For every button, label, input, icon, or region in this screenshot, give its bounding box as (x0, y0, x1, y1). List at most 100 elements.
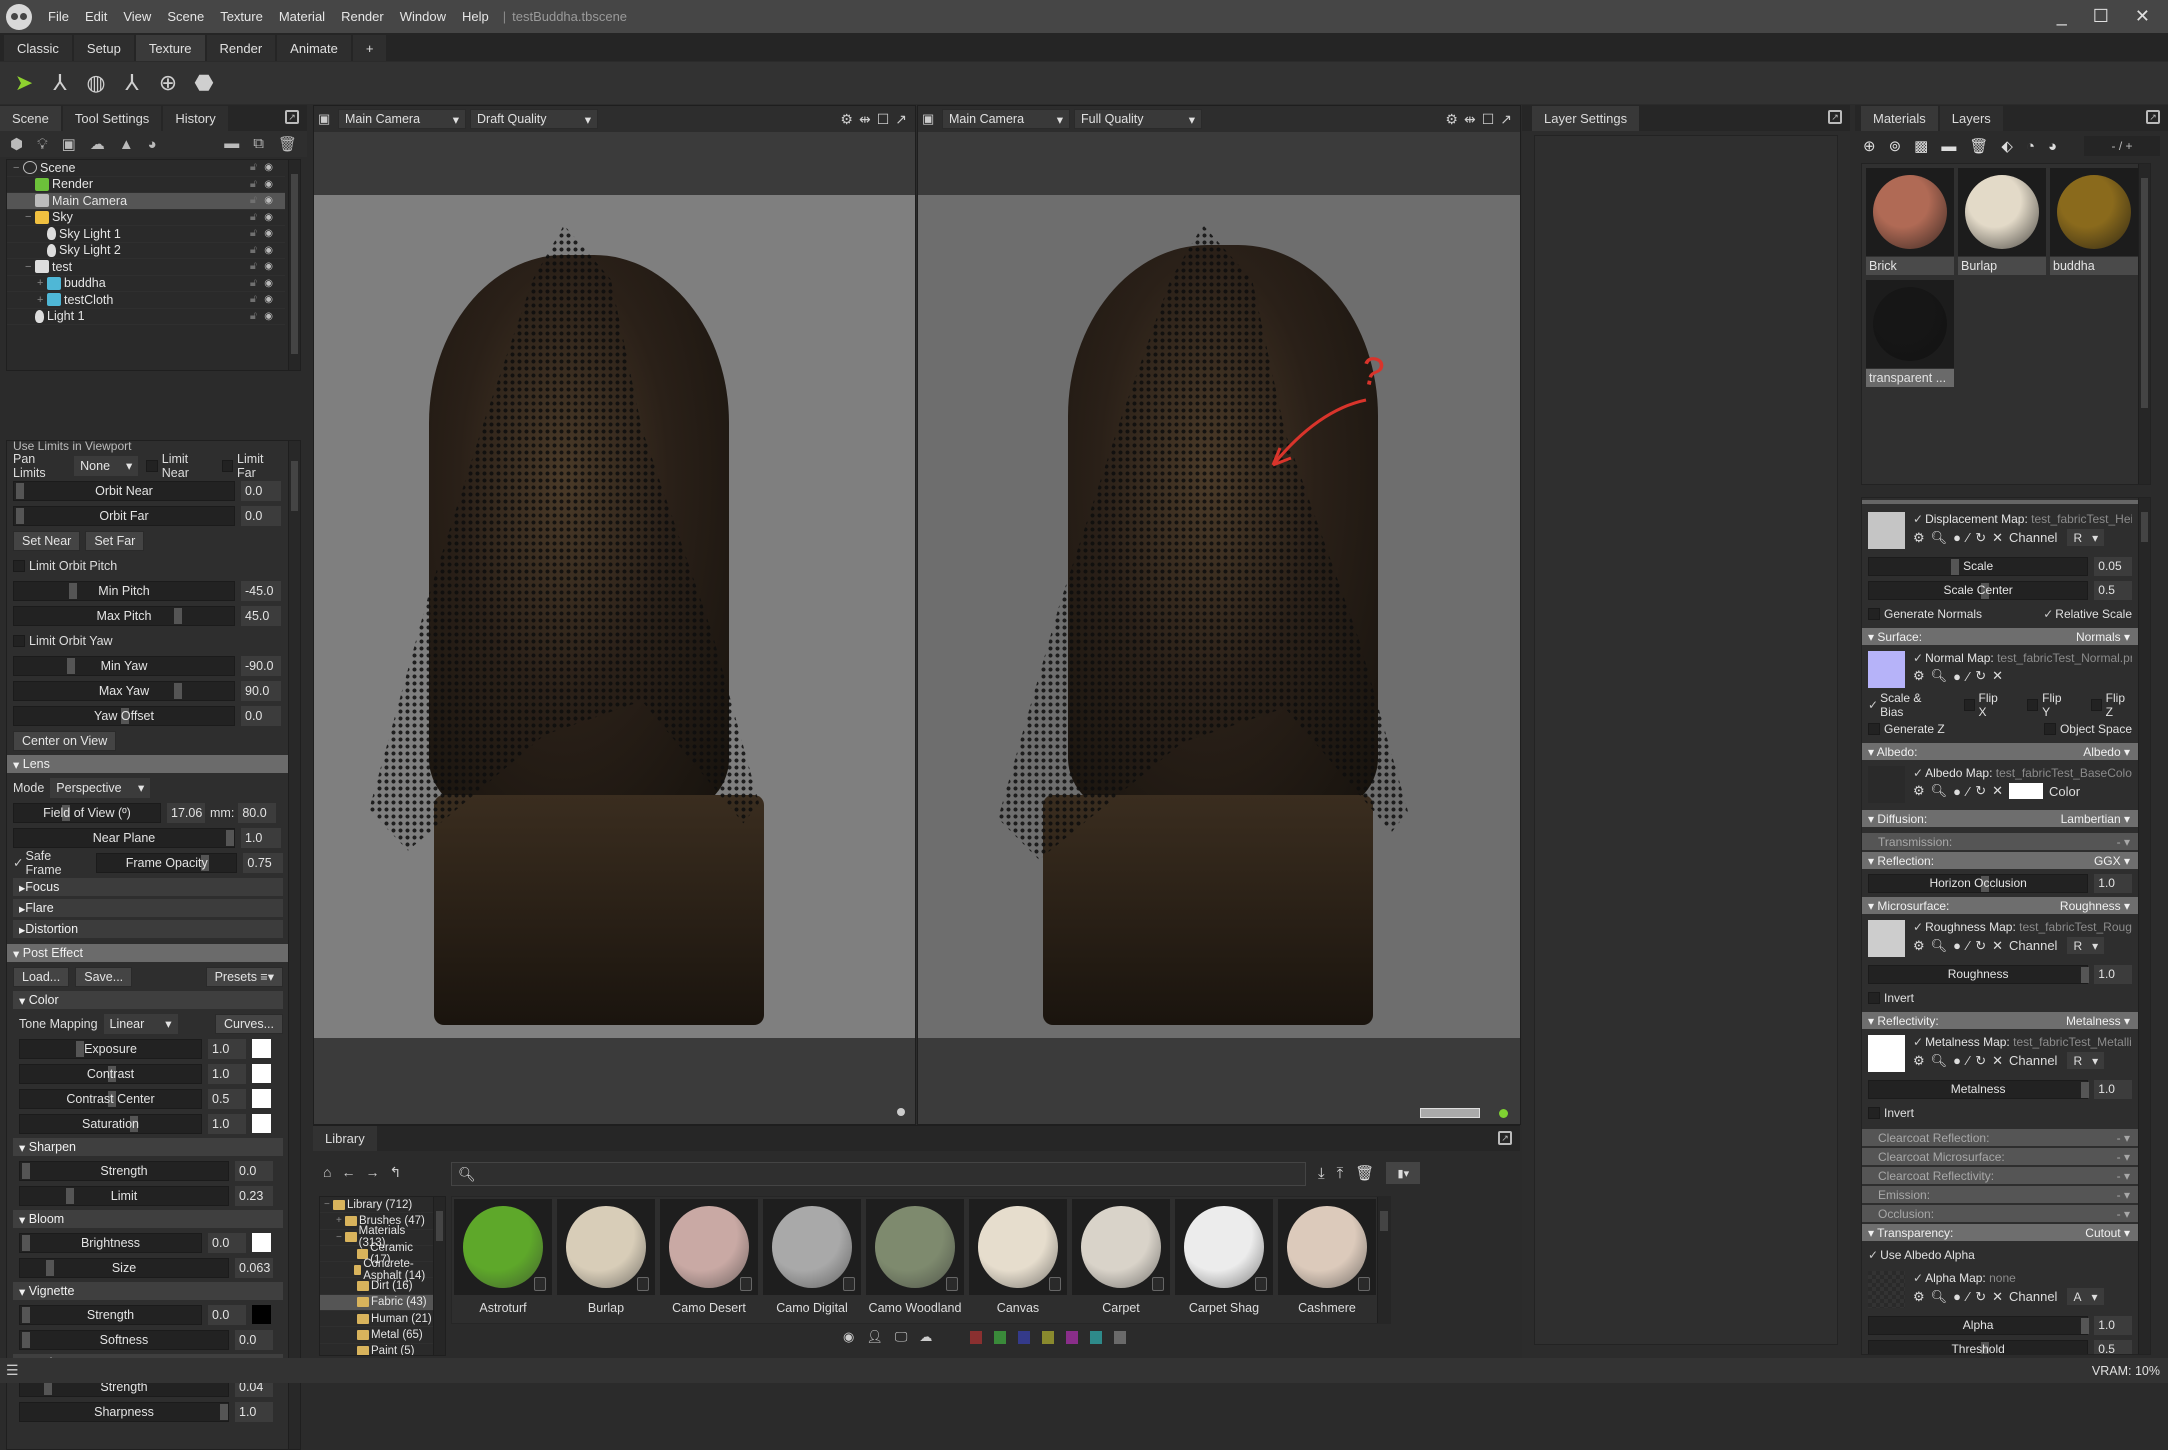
visibility-eye-icon[interactable]: ◉ (264, 261, 273, 272)
popout-icon[interactable]: ↗ (285, 110, 299, 124)
filter-brush-icon[interactable]: ◉ (843, 1329, 854, 1345)
menu-material[interactable]: Material (271, 9, 333, 24)
reload-icon[interactable]: ↻ (1975, 783, 1986, 799)
transmission-section-header[interactable]: Transmission: - ▾ (1862, 833, 2138, 850)
clear-icon[interactable]: ✕ (1992, 1289, 2003, 1305)
roughness-value[interactable]: 1.0 (2094, 964, 2132, 984)
reflection-section-header[interactable]: ▾ Reflection: GGX ▾ (1862, 852, 2138, 869)
visibility-eye-icon[interactable]: ◉ (264, 195, 273, 206)
render-view[interactable]: ? (918, 195, 1520, 1038)
popout-icon[interactable]: ↗ (2146, 110, 2160, 124)
saturation-value[interactable]: 1.0 (208, 1113, 246, 1134)
roughness-slider[interactable]: Roughness (1868, 964, 2089, 984)
set-far-button[interactable]: Set Far (85, 530, 145, 551)
folder-icon[interactable]: ▬ (224, 135, 239, 153)
preview-sphere-icon[interactable]: ● (1953, 530, 1961, 545)
camera-dropdown[interactable]: Main Camera ▾ (338, 109, 466, 129)
lock-icon[interactable]: 🔓︎ (250, 260, 257, 273)
magnifier-icon[interactable]: 🔍︎ (1931, 668, 1948, 684)
gear-icon[interactable]: ⚙ (1913, 530, 1925, 546)
reflectivity-section-header[interactable]: ▾ Reflectivity: Metalness ▾ (1862, 1012, 2138, 1029)
library-item-carpet-shag[interactable]: Carpet Shag (1175, 1199, 1273, 1323)
duplicate-material-icon[interactable]: ⊚ (1889, 137, 1902, 155)
duplicate-icon[interactable]: ⧉ (253, 135, 264, 153)
limit-orbit-pitch-checkbox[interactable] (13, 559, 25, 572)
tab-tool-settings[interactable]: Tool Settings (62, 106, 162, 131)
tab-layers[interactable]: Layers (1939, 106, 2003, 131)
occlusion-mode-dropdown[interactable]: - ▾ (2117, 1207, 2130, 1221)
add-camera-icon[interactable]: ▣ (62, 135, 76, 153)
microsurface-mode-dropdown[interactable]: Roughness ▾ (2060, 899, 2130, 913)
tree-expander[interactable]: − (25, 211, 35, 223)
brush-icon[interactable]: ⁄ (1967, 1053, 1969, 1068)
import-icon[interactable]: ⤓ (1318, 1165, 1325, 1182)
microsurface-section-header[interactable]: ▾ Microsurface: Roughness ▾ (1862, 897, 2138, 914)
tone-mapping-dropdown[interactable]: Linear ▾ (103, 1013, 178, 1034)
lens-focus-section-header[interactable]: ▸ Focus (13, 878, 283, 896)
frame-icon[interactable]: ☐ (877, 111, 890, 128)
split-icon[interactable]: ⇹ (1464, 111, 1476, 128)
preview-sphere-icon[interactable]: ● (1953, 669, 1961, 684)
color-filter-chip[interactable] (994, 1330, 1007, 1344)
visibility-eye-icon[interactable]: ◉ (264, 311, 273, 322)
tree-item-sky-light-1[interactable]: Sky Light 1 🔓︎ ◉ (7, 226, 285, 243)
magnifier-icon[interactable]: 🔍︎ (1931, 938, 1948, 954)
reload-icon[interactable]: ↻ (1975, 1289, 1986, 1305)
color-filter-chip[interactable] (1018, 1330, 1031, 1344)
near-plane-value[interactable]: 1.0 (241, 827, 281, 848)
vignette-softness-slider[interactable]: Softness (19, 1329, 229, 1350)
tab-layer-settings[interactable]: Layer Settings (1532, 106, 1640, 131)
metalness-value[interactable]: 1.0 (2094, 1079, 2132, 1099)
lock-icon[interactable]: 🔓︎ (250, 277, 257, 290)
channel-dropdown[interactable]: A ▾ (2067, 1288, 2104, 1305)
emission-section-header[interactable]: Emission: - ▾ (1862, 1186, 2138, 1203)
tree-item-scene[interactable]: − Scene 🔓︎ ◉ (7, 160, 285, 177)
visibility-eye-icon[interactable]: ◉ (264, 228, 273, 239)
reload-icon[interactable]: ↻ (1975, 668, 1986, 684)
normal-map-thumbnail[interactable] (1868, 651, 1905, 688)
magnifier-icon[interactable]: 🔍︎ (1931, 1053, 1948, 1069)
yaw-offset-value[interactable]: 0.0 (241, 705, 281, 726)
contrast-center-color-swatch[interactable] (252, 1089, 271, 1108)
filter-user-icon[interactable]: 👤︎ (866, 1329, 883, 1345)
brush-icon[interactable]: ⁄ (1967, 669, 1969, 684)
contrast-value[interactable]: 1.0 (208, 1063, 246, 1084)
add-light-icon[interactable]: 💡︎ (37, 136, 48, 153)
menu-scene[interactable]: Scene (159, 9, 212, 24)
library-item-burlap[interactable]: Burlap (557, 1199, 655, 1323)
min-pitch-slider[interactable]: Min Pitch (13, 580, 235, 601)
render-view[interactable] (314, 195, 915, 1038)
tree-expander[interactable]: + (37, 277, 47, 289)
flip-x-checkbox[interactable] (1963, 699, 1975, 711)
bloom-section-header[interactable]: ▾ Bloom (13, 1210, 283, 1228)
workspace-tab-texture[interactable]: Texture (135, 35, 205, 61)
roughness-map-thumbnail[interactable] (1868, 920, 1905, 957)
menu-window[interactable]: Window (392, 9, 454, 24)
clearcoat-microsurface-mode-dropdown[interactable]: - ▾ (2117, 1150, 2130, 1164)
close-button[interactable]: ✕ (2135, 6, 2150, 27)
menu-texture[interactable]: Texture (212, 9, 271, 24)
transparency-mode-dropdown[interactable]: Cutout ▾ (2085, 1226, 2130, 1240)
load-preset-button[interactable]: Load... (13, 966, 70, 987)
clearcoat-reflection-mode-dropdown[interactable]: - ▾ (2117, 1131, 2130, 1145)
exposure-color-swatch[interactable] (252, 1039, 271, 1058)
emission-mode-dropdown[interactable]: - ▾ (2117, 1188, 2130, 1202)
assign-material-icon[interactable]: ⬖ (2001, 137, 2013, 155)
preview-sphere-icon[interactable]: ● (1953, 784, 1961, 799)
occlusion-section-header[interactable]: Occlusion: - ▾ (1862, 1205, 2138, 1222)
channel-dropdown[interactable]: R ▾ (2067, 937, 2105, 954)
color-filter-chip[interactable] (970, 1330, 983, 1344)
visibility-eye-icon[interactable]: ◉ (264, 212, 273, 223)
color-section-header[interactable]: ▾ Color (13, 991, 283, 1009)
clear-icon[interactable]: ✕ (1992, 668, 2003, 684)
metalness-invert-checkbox[interactable] (1868, 1107, 1880, 1119)
brush-icon[interactable]: ⁄ (1967, 1289, 1969, 1304)
material-buddha[interactable]: buddha (2050, 168, 2138, 275)
quality-dropdown[interactable]: Full Quality ▾ (1074, 109, 1202, 129)
rotate-tool-icon[interactable]: ◍ (82, 68, 110, 98)
channel-dropdown[interactable]: R ▾ (2067, 1052, 2105, 1069)
pivot-tool-icon[interactable]: ⊕ (154, 68, 182, 98)
library-item-checkbox[interactable] (740, 1277, 752, 1291)
surface-section-header[interactable]: ▾ Surface: Normals ▾ (1862, 628, 2138, 645)
horizon-occlusion-slider[interactable]: Horizon Occlusion (1868, 873, 2089, 893)
